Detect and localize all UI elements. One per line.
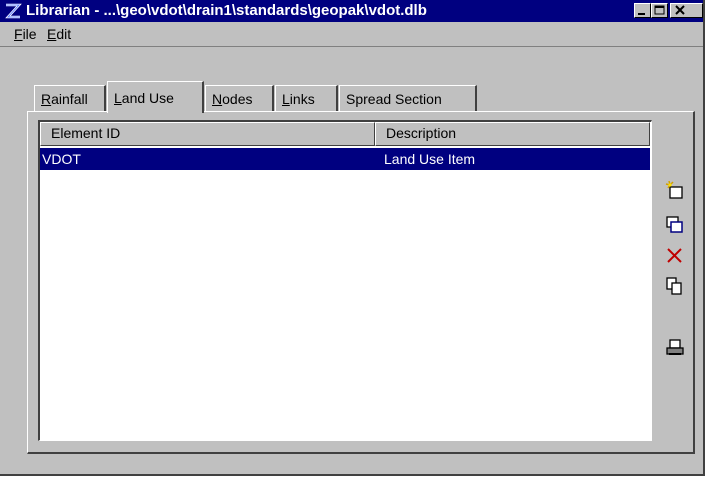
maximize-icon bbox=[654, 5, 665, 15]
print-icon bbox=[666, 339, 684, 355]
new-item-button[interactable] bbox=[665, 180, 685, 200]
tab-land-use[interactable]: Land Use bbox=[107, 81, 204, 113]
librarian-window: Librarian - ...\geo\vdot\drain1\standard… bbox=[0, 0, 705, 476]
print-button[interactable] bbox=[665, 338, 685, 358]
element-list[interactable]: Element ID Description VDOT Land Use Ite… bbox=[38, 120, 652, 441]
delete-icon bbox=[667, 248, 682, 263]
tab-nodes[interactable]: Nodes bbox=[205, 85, 274, 112]
column-header-element-id[interactable]: Element ID bbox=[40, 122, 375, 146]
menu-edit[interactable]: Edit bbox=[47, 26, 71, 42]
cell-element-id: VDOT bbox=[42, 151, 81, 167]
tab-rainfall[interactable]: Rainfall bbox=[34, 85, 106, 112]
table-row[interactable]: VDOT Land Use Item bbox=[40, 148, 650, 170]
menu-bar: File Edit bbox=[0, 22, 703, 47]
minimize-icon bbox=[638, 13, 645, 15]
menu-file[interactable]: File bbox=[14, 26, 37, 42]
copy-button[interactable] bbox=[665, 276, 685, 296]
close-icon bbox=[675, 5, 685, 15]
column-header-description[interactable]: Description bbox=[375, 122, 650, 146]
app-icon bbox=[5, 3, 22, 19]
edit-item-icon bbox=[666, 216, 683, 233]
new-item-icon bbox=[665, 180, 683, 199]
close-button[interactable] bbox=[670, 3, 703, 18]
tab-spread-section[interactable]: Spread Section bbox=[339, 85, 477, 112]
minimize-button[interactable] bbox=[634, 3, 651, 18]
delete-button[interactable] bbox=[665, 246, 685, 266]
edit-item-button[interactable] bbox=[665, 215, 685, 235]
maximize-button[interactable] bbox=[651, 3, 668, 18]
window-title: Librarian - ...\geo\vdot\drain1\standard… bbox=[26, 2, 427, 19]
cell-description: Land Use Item bbox=[384, 151, 476, 167]
title-bar[interactable]: Librarian - ...\geo\vdot\drain1\standard… bbox=[0, 0, 703, 22]
tab-links[interactable]: Links bbox=[275, 85, 338, 112]
copy-icon bbox=[666, 277, 682, 295]
